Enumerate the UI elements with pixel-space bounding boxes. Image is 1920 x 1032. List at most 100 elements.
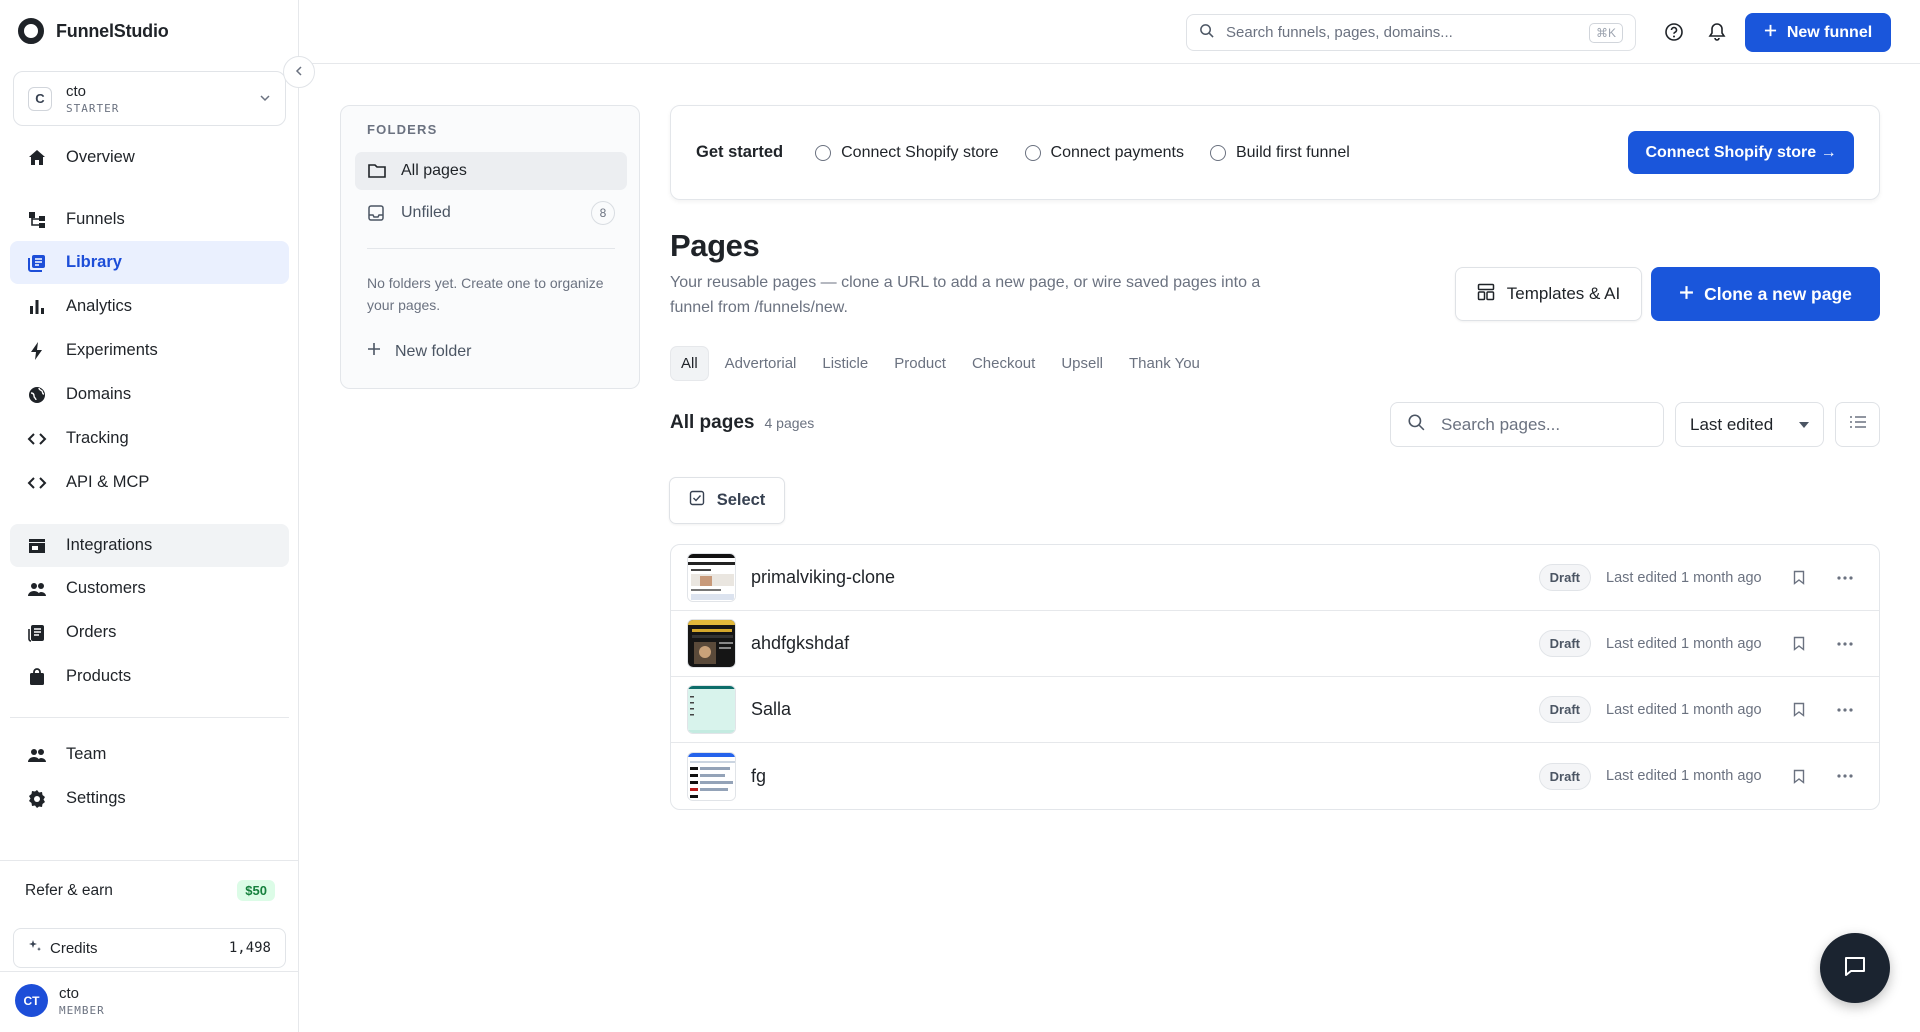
pages-search-input[interactable]: Search pages... — [1390, 402, 1664, 447]
sidebar-item-funnels[interactable]: Funnels — [10, 198, 289, 241]
new-folder-label: New folder — [395, 342, 472, 360]
table-row[interactable]: primalviking-clone Draft Last edited 1 m… — [671, 545, 1879, 611]
org-switcher[interactable]: C cto STARTER — [13, 71, 286, 126]
shopping-bag-icon — [26, 666, 48, 688]
collapse-sidebar-button[interactable] — [283, 56, 315, 88]
clone-new-page-label: Clone a new page — [1704, 283, 1852, 304]
bookmark-icon[interactable] — [1787, 764, 1811, 788]
sidebar-item-label: Funnels — [66, 210, 125, 228]
page-thumbnail — [687, 751, 736, 801]
radio-circle-icon — [815, 144, 832, 161]
chat-launcher-button[interactable] — [1820, 933, 1890, 1003]
sidebar-item-integrations[interactable]: Integrations — [10, 524, 289, 567]
sidebar-item-label: Settings — [66, 789, 126, 807]
tab-upsell[interactable]: Upsell — [1051, 347, 1113, 380]
sidebar-item-settings[interactable]: Settings — [10, 777, 289, 820]
connect-shopify-button[interactable]: Connect Shopify store → — [1628, 131, 1854, 174]
tab-listicle[interactable]: Listicle — [812, 347, 878, 380]
clone-new-page-button[interactable]: Clone a new page — [1651, 267, 1880, 321]
templates-ai-button[interactable]: Templates & AI — [1455, 267, 1642, 321]
sort-select[interactable]: Last edited — [1675, 402, 1824, 447]
page-name[interactable]: ahdfgkshdaf — [751, 633, 1539, 654]
sidebar-item-products[interactable]: Products — [10, 655, 289, 698]
page-name[interactable]: Salla — [751, 699, 1539, 720]
page-name[interactable]: primalviking-clone — [751, 567, 1539, 588]
sidebar-item-api-mcp[interactable]: API & MCP — [10, 461, 289, 504]
sidebar-item-experiments[interactable]: Experiments — [10, 329, 289, 372]
plus-icon — [367, 342, 381, 361]
sidebar-item-overview[interactable]: Overview — [10, 136, 289, 179]
folder-icon — [367, 162, 387, 180]
tab-thank-you[interactable]: Thank You — [1119, 347, 1210, 380]
list-view-button[interactable] — [1835, 402, 1880, 447]
step-build-funnel[interactable]: Build first funnel — [1209, 144, 1350, 162]
folder-unfiled[interactable]: Unfiled 8 — [355, 194, 627, 232]
funnel-tree-icon — [26, 209, 48, 231]
user-name: cto — [59, 984, 80, 1002]
sidebar-item-library[interactable]: Library — [10, 241, 289, 284]
help-icon[interactable] — [1661, 19, 1687, 45]
step-connect-payments[interactable]: Connect payments — [1024, 144, 1184, 162]
sidebar-item-analytics[interactable]: Analytics — [10, 285, 289, 328]
credits-label: Credits — [50, 939, 98, 957]
folders-title: FOLDERS — [367, 122, 438, 137]
page-name[interactable]: fg — [751, 766, 1539, 787]
credits-value: 1,498 — [228, 940, 271, 956]
last-edited: Last edited 1 month ago — [1606, 569, 1762, 586]
sidebar-divider — [0, 860, 299, 861]
sidebar-item-label: Orders — [66, 623, 117, 641]
bookmark-icon[interactable] — [1787, 632, 1811, 656]
more-options-icon[interactable] — [1833, 566, 1857, 590]
people-icon — [26, 578, 48, 600]
section-header: All pages 4 pages — [670, 412, 814, 434]
global-search-input[interactable]: Search funnels, pages, domains... ⌘K — [1186, 14, 1636, 51]
bookmark-icon[interactable] — [1787, 566, 1811, 590]
get-started-title: Get started — [696, 143, 784, 161]
last-edited: Last edited 1 month ago — [1606, 768, 1762, 784]
credits-box[interactable]: Credits 1,498 — [13, 928, 286, 968]
more-options-icon[interactable] — [1833, 632, 1857, 656]
step-connect-shopify[interactable]: Connect Shopify store — [815, 144, 999, 162]
folder-all-pages[interactable]: All pages — [355, 152, 627, 190]
folder-label: Unfiled — [401, 204, 451, 221]
radio-circle-icon — [1024, 144, 1041, 161]
page-thumbnail — [687, 619, 736, 668]
list-icon — [1849, 414, 1867, 435]
more-options-icon[interactable] — [1833, 698, 1857, 722]
nav-divider — [10, 717, 289, 718]
table-row[interactable]: Salla Draft Last edited 1 month ago — [671, 677, 1879, 743]
template-icon — [1477, 283, 1495, 306]
caret-down-icon — [1799, 421, 1809, 428]
brand-logo-icon — [18, 18, 44, 44]
sidebar-item-customers[interactable]: Customers — [10, 567, 289, 610]
bookmark-icon[interactable] — [1787, 698, 1811, 722]
refer-and-earn[interactable]: Refer & earn $50 — [25, 880, 275, 901]
chevron-down-icon — [259, 91, 271, 107]
more-options-icon[interactable] — [1833, 764, 1857, 788]
table-row[interactable]: fg Draft Last edited 1 month ago — [671, 743, 1879, 809]
new-folder-button[interactable]: New folder — [367, 342, 471, 361]
new-funnel-button[interactable]: New funnel — [1745, 13, 1891, 52]
sidebar-item-tracking[interactable]: Tracking — [10, 417, 289, 460]
sidebar-item-domains[interactable]: Domains — [10, 373, 289, 416]
tab-all[interactable]: All — [670, 346, 709, 381]
folder-count-badge: 8 — [591, 201, 615, 225]
tab-product[interactable]: Product — [884, 347, 956, 380]
refer-badge: $50 — [237, 880, 275, 901]
folder-label: All pages — [401, 162, 467, 179]
select-button[interactable]: Select — [669, 477, 785, 524]
tab-advertorial[interactable]: Advertorial — [715, 347, 807, 380]
topbar: Search funnels, pages, domains... ⌘K New… — [300, 0, 1920, 64]
brand[interactable]: FunnelStudio — [18, 18, 169, 44]
sidebar-item-label: Analytics — [66, 297, 133, 315]
page-description: Your reusable pages — clone a URL to add… — [670, 274, 1261, 316]
table-row[interactable]: ahdfgkshdaf Draft Last edited 1 month ag… — [671, 611, 1879, 677]
folders-divider — [367, 248, 615, 249]
org-plan: STARTER — [66, 101, 120, 115]
tab-checkout[interactable]: Checkout — [962, 347, 1045, 380]
sidebar-item-orders[interactable]: Orders — [10, 611, 289, 654]
sidebar-item-team[interactable]: Team — [10, 733, 289, 776]
user-menu[interactable]: CT cto MEMBER — [15, 984, 105, 1017]
lightning-icon — [26, 340, 48, 362]
bell-icon[interactable] — [1704, 19, 1730, 45]
